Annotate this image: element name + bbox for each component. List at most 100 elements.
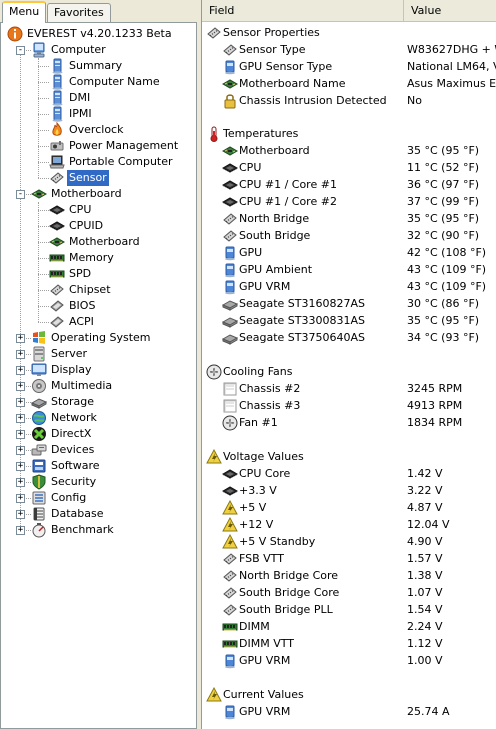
sensor-row[interactable]: Seagate ST3300831AS 35 °C (95 °F) — [202, 312, 496, 329]
expand-toggle[interactable]: + — [16, 350, 25, 359]
sensor-row[interactable]: Fan #1 1834 RPM — [202, 414, 496, 431]
field-value: 4.90 V — [407, 535, 443, 548]
sensor-row[interactable]: Seagate ST3750640AS 34 °C (93 °F) — [202, 329, 496, 346]
sensor-row[interactable]: GPU VRM 43 °C (109 °F) — [202, 278, 496, 295]
field-name: North Bridge — [239, 212, 310, 225]
sensor-row[interactable]: Seagate ST3160827AS 30 °C (86 °F) — [202, 295, 496, 312]
expand-toggle[interactable]: + — [16, 414, 25, 423]
voltage-icon — [222, 533, 238, 549]
field-value: 1834 RPM — [407, 416, 463, 429]
expand-toggle[interactable]: + — [16, 382, 25, 391]
sensor-row[interactable]: +5 V Standby 4.90 V — [202, 533, 496, 550]
navigation-tree: EVEREST v4.20.1233 Beta - Computer Summary C… — [0, 22, 197, 729]
tree-connector — [38, 258, 49, 259]
group-header[interactable]: Temperatures — [202, 125, 496, 142]
sensor-row[interactable]: DIMM 2.24 V — [202, 618, 496, 635]
group-title: Sensor Properties — [223, 26, 320, 39]
voltage-icon — [206, 686, 222, 702]
field-name: South Bridge — [239, 229, 311, 242]
sensor-row[interactable]: GPU 42 °C (108 °F) — [202, 244, 496, 261]
field-name: GPU VRM — [239, 705, 291, 718]
database-icon — [31, 506, 47, 522]
sensor-row[interactable]: Chassis #3 4913 RPM — [202, 397, 496, 414]
chipset-icon — [222, 585, 237, 600]
voltage-icon — [206, 448, 222, 464]
tree-item-label: Database — [51, 507, 104, 520]
group-header[interactable]: Current Values — [202, 686, 496, 703]
expand-toggle[interactable]: + — [16, 510, 25, 519]
field-name: Seagate ST3300831AS — [239, 314, 365, 327]
group-header[interactable]: Cooling Fans — [202, 363, 496, 380]
expand-toggle[interactable]: + — [16, 398, 25, 407]
field-name: Motherboard — [239, 144, 310, 157]
tree-item-label: Software — [51, 459, 100, 472]
sensor-row[interactable]: CPU Core 1.42 V — [202, 465, 496, 482]
field-value: W83627DHG + W8 — [407, 43, 496, 56]
tree-connector — [38, 242, 49, 243]
tree-item-label: Memory — [69, 251, 114, 264]
tab-favorites[interactable]: Favorites — [47, 3, 111, 23]
sensor-row[interactable]: GPU VRM 25.74 A — [202, 703, 496, 720]
group-header[interactable]: Voltage Values — [202, 448, 496, 465]
spd-icon — [49, 266, 65, 282]
sensor-row[interactable]: GPU VRM 1.00 V — [202, 652, 496, 669]
multimedia-icon — [31, 378, 47, 394]
windows-icon — [31, 330, 47, 346]
tree-item-label: Operating System — [51, 331, 151, 344]
expand-toggle[interactable]: + — [16, 446, 25, 455]
collapse-toggle[interactable]: - — [16, 190, 25, 199]
field-value: National LM64, Volt — [407, 60, 496, 73]
sensor-row[interactable]: +12 V 12.04 V — [202, 516, 496, 533]
sensor-row[interactable]: FSB VTT 1.57 V — [202, 550, 496, 567]
field-value: 36 °C (97 °F) — [407, 178, 480, 191]
sensor-row[interactable]: North Bridge 35 °C (95 °F) — [202, 210, 496, 227]
field-value: 2.24 V — [407, 620, 443, 633]
value-column-header[interactable]: Value — [404, 0, 496, 21]
sensor-row[interactable]: South Bridge PLL 1.54 V — [202, 601, 496, 618]
expand-toggle[interactable]: + — [16, 494, 25, 503]
expand-toggle[interactable]: + — [16, 430, 25, 439]
field-name: GPU Ambient — [239, 263, 313, 276]
sensor-row[interactable]: South Bridge 32 °C (90 °F) — [202, 227, 496, 244]
field-column-header[interactable]: Field — [202, 0, 404, 21]
expand-toggle[interactable]: + — [16, 526, 25, 535]
sensor-row[interactable]: GPU Sensor Type National LM64, Volt — [202, 58, 496, 75]
tree-item-label: EVEREST v4.20.1233 Beta — [27, 27, 172, 40]
sensor-row[interactable]: GPU Ambient 43 °C (109 °F) — [202, 261, 496, 278]
sensor-row[interactable]: CPU #1 / Core #2 37 °C (99 °F) — [202, 193, 496, 210]
expand-toggle[interactable]: + — [16, 462, 25, 471]
hdd-icon — [221, 313, 239, 328]
expand-toggle[interactable]: + — [16, 366, 25, 375]
motherboard-icon — [30, 186, 48, 202]
sensor-row[interactable]: South Bridge Core 1.07 V — [202, 584, 496, 601]
field-value: 43 °C (109 °F) — [407, 280, 487, 293]
tree-item-label: Storage — [51, 395, 95, 408]
sensor-row[interactable]: Motherboard 35 °C (95 °F) — [202, 142, 496, 159]
gpu-icon — [222, 262, 237, 278]
sensor-row[interactable]: +5 V 4.87 V — [202, 499, 496, 516]
memory-icon — [49, 250, 65, 266]
sensor-row[interactable]: Motherboard Name Asus Maximus Extr — [202, 75, 496, 92]
details-pane: Field Value Sensor Properties Sensor Type… — [201, 0, 496, 729]
field-name: GPU VRM — [239, 280, 291, 293]
tree-connector — [38, 146, 49, 147]
sensor-row[interactable]: Chassis Intrusion Detected No — [202, 92, 496, 109]
network-icon — [31, 410, 47, 426]
group-header[interactable]: Sensor Properties — [202, 24, 496, 41]
sensor-row[interactable]: +3.3 V 3.22 V — [202, 482, 496, 499]
sensor-row[interactable]: CPU #1 / Core #1 36 °C (97 °F) — [202, 176, 496, 193]
sensor-row[interactable]: CPU 11 °C (52 °F) — [202, 159, 496, 176]
tree-item-label: Server — [51, 347, 88, 360]
tab-menu[interactable]: Menu — [2, 1, 47, 23]
field-name: Seagate ST3160827AS — [239, 297, 365, 310]
collapse-toggle[interactable]: - — [16, 46, 25, 55]
acpi-icon — [49, 314, 65, 330]
sensor-row[interactable]: DIMM VTT 1.12 V — [202, 635, 496, 652]
memory-icon — [222, 619, 238, 634]
sensor-row[interactable]: Chassis #2 3245 RPM — [202, 380, 496, 397]
sensor-row[interactable]: Sensor Type W83627DHG + W8 — [202, 41, 496, 58]
expand-toggle[interactable]: + — [16, 334, 25, 343]
chipset-icon — [222, 568, 237, 583]
expand-toggle[interactable]: + — [16, 478, 25, 487]
sensor-row[interactable]: North Bridge Core 1.38 V — [202, 567, 496, 584]
